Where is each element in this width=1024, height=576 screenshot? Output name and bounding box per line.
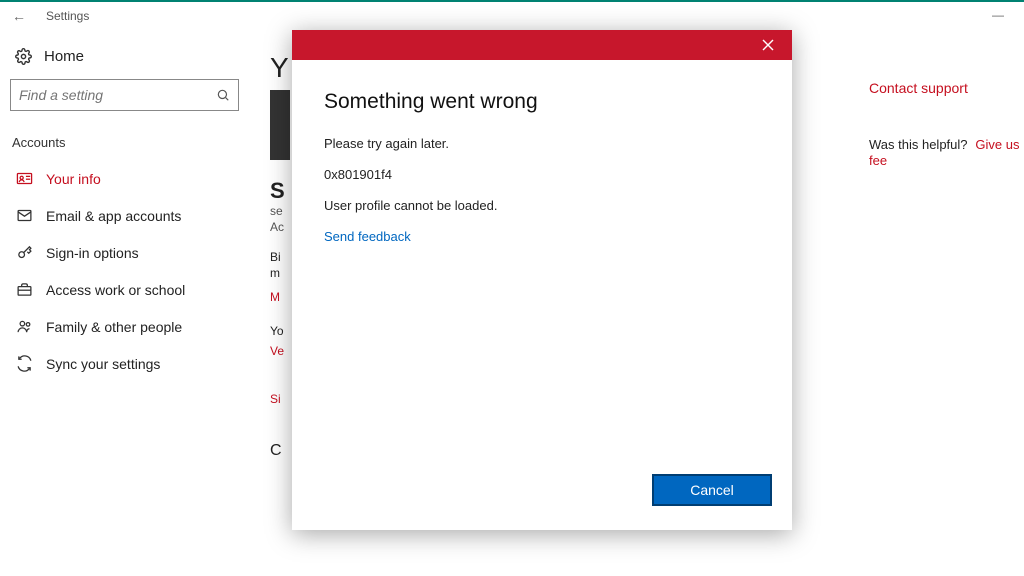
text-fragment: S bbox=[270, 178, 285, 204]
dialog-header bbox=[292, 30, 792, 60]
person-card-icon bbox=[16, 170, 38, 187]
dialog-message: Please try again later. bbox=[324, 136, 760, 151]
link-fragment[interactable]: Ve bbox=[270, 344, 284, 358]
link-fragment[interactable]: Si bbox=[270, 392, 281, 406]
search-input[interactable] bbox=[19, 87, 216, 103]
dialog-title: Something went wrong bbox=[324, 90, 760, 114]
people-icon bbox=[16, 318, 38, 335]
sidebar: Home Accounts Your info Email & app acco… bbox=[0, 30, 245, 382]
send-feedback-link[interactable]: Send feedback bbox=[324, 229, 760, 244]
avatar-fragment bbox=[270, 90, 290, 160]
home-label: Home bbox=[44, 48, 84, 65]
sidebar-item-email-accounts[interactable]: Email & app accounts bbox=[8, 197, 245, 234]
text-fragment: Bi bbox=[270, 250, 281, 264]
window-title: Settings bbox=[46, 9, 89, 23]
dialog-body: Something went wrong Please try again la… bbox=[292, 60, 792, 458]
nav-label: Sync your settings bbox=[46, 356, 160, 372]
title-bar: ← Settings — bbox=[0, 2, 1024, 30]
error-dialog: Something went wrong Please try again la… bbox=[292, 30, 792, 530]
back-button[interactable]: ← bbox=[12, 8, 26, 24]
nav-label: Access work or school bbox=[46, 282, 185, 298]
sync-icon bbox=[16, 355, 38, 372]
gear-icon bbox=[14, 48, 32, 65]
search-field[interactable] bbox=[10, 79, 239, 111]
sidebar-item-sync[interactable]: Sync your settings bbox=[8, 345, 245, 382]
close-button[interactable] bbox=[754, 37, 782, 53]
text-fragment: m bbox=[270, 266, 280, 280]
right-rail: Contact support Was this helpful? Give u… bbox=[869, 80, 1024, 168]
key-icon bbox=[16, 244, 38, 261]
page-title-truncated: Y bbox=[270, 52, 289, 84]
search-icon bbox=[216, 88, 230, 102]
text-fragment: Ac bbox=[270, 220, 284, 234]
cancel-button[interactable]: Cancel bbox=[652, 474, 772, 506]
text-fragment: C bbox=[270, 442, 282, 460]
nav-label: Sign-in options bbox=[46, 245, 139, 261]
dialog-detail: User profile cannot be loaded. bbox=[324, 198, 760, 213]
text-fragment: se bbox=[270, 204, 283, 218]
briefcase-icon bbox=[16, 281, 38, 298]
dialog-error-code: 0x801901f4 bbox=[324, 167, 760, 182]
nav-label: Family & other people bbox=[46, 319, 182, 335]
sidebar-item-family[interactable]: Family & other people bbox=[8, 308, 245, 345]
sidebar-item-your-info[interactable]: Your info bbox=[8, 160, 245, 197]
feedback-prompt: Was this helpful? Give us fee bbox=[869, 136, 1024, 168]
link-fragment[interactable]: M bbox=[270, 290, 280, 304]
mail-icon bbox=[16, 207, 38, 224]
nav-label: Email & app accounts bbox=[46, 208, 181, 224]
helpful-label: Was this helpful? bbox=[869, 137, 968, 152]
nav-label: Your info bbox=[46, 171, 101, 187]
section-header-accounts: Accounts bbox=[8, 129, 245, 160]
text-fragment: Yo bbox=[270, 324, 284, 338]
sidebar-item-sign-in[interactable]: Sign-in options bbox=[8, 234, 245, 271]
sidebar-item-access-work[interactable]: Access work or school bbox=[8, 271, 245, 308]
dialog-footer: Cancel bbox=[292, 458, 792, 530]
minimize-button[interactable]: — bbox=[992, 8, 1004, 22]
home-button[interactable]: Home bbox=[8, 40, 245, 79]
contact-support-link[interactable]: Contact support bbox=[869, 80, 1024, 96]
